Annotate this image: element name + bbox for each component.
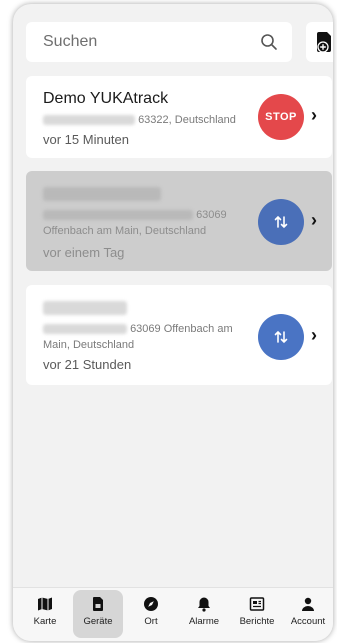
device-name: [43, 299, 127, 317]
search-placeholder: Suchen: [43, 33, 98, 50]
chevron-right-icon[interactable]: ›: [311, 105, 317, 126]
tab-label: Geräte: [83, 616, 113, 627]
device-last-seen: vor 21 Stunden: [43, 357, 132, 372]
bell-icon: [198, 597, 210, 612]
bottom-tab-bar: Karte Geräte Ort Alarme Berichte Account: [13, 587, 333, 641]
redacted-street: [43, 210, 193, 221]
tab-karte[interactable]: Karte: [20, 590, 70, 638]
swap-button[interactable]: [258, 314, 304, 360]
device-card[interactable]: 63069 Offenbach am Main, Deutschland vor…: [26, 285, 332, 385]
tab-ort[interactable]: Ort: [126, 590, 176, 638]
device-last-seen: vor einem Tag: [43, 245, 125, 260]
tab-label: Karte: [33, 616, 57, 627]
add-device-button[interactable]: [306, 22, 333, 62]
redacted-street: [43, 324, 127, 335]
stop-button[interactable]: STOP: [258, 94, 304, 140]
tab-label: Ort: [144, 616, 158, 627]
swap-button[interactable]: [258, 199, 304, 245]
tab-alarme[interactable]: Alarme: [179, 590, 229, 638]
add-device-icon: [317, 32, 331, 53]
device-card[interactable]: Demo YUKAtrack 63322, Deutschland vor 15…: [26, 76, 332, 158]
map-icon: [38, 597, 52, 611]
device-card[interactable]: 63069 Offenbach am Main, Deutschland vor…: [26, 171, 332, 271]
device-address-line2: Main, Deutschland: [43, 339, 135, 351]
device-address: 63069 Offenbach am: [43, 321, 233, 338]
redacted-street: [43, 115, 135, 126]
device-address-line2: Offenbach am Main, Deutschland: [43, 225, 207, 237]
tab-label: Berichte: [239, 616, 275, 627]
chevron-right-icon[interactable]: ›: [311, 325, 317, 346]
device-address: 63069: [43, 207, 227, 224]
redacted-name: [43, 300, 127, 315]
report-icon: [249, 597, 265, 611]
tab-berichte[interactable]: Berichte: [232, 590, 282, 638]
device-icon: [93, 597, 103, 611]
person-icon: [302, 597, 314, 611]
search-input[interactable]: Suchen: [26, 22, 292, 62]
swap-vertical-icon: [274, 215, 288, 229]
tab-account[interactable]: Account: [283, 590, 333, 638]
tab-label: Alarme: [188, 616, 220, 627]
redacted-name: [43, 186, 161, 201]
tab-label: Account: [290, 616, 326, 627]
device-address: 63322, Deutschland: [43, 112, 236, 129]
chevron-right-icon[interactable]: ›: [311, 210, 317, 231]
search-row: Suchen: [26, 22, 333, 62]
swap-vertical-icon: [274, 330, 288, 344]
device-name: [43, 185, 161, 203]
device-last-seen: vor 15 Minuten: [43, 132, 129, 147]
device-name: Demo YUKAtrack: [43, 90, 169, 107]
app-screen: Suchen Demo YUKAtrack 63322, Deutschland…: [13, 4, 333, 641]
search-icon[interactable]: [260, 33, 278, 51]
tab-geraete[interactable]: Geräte: [73, 590, 123, 638]
compass-icon: [144, 597, 158, 611]
